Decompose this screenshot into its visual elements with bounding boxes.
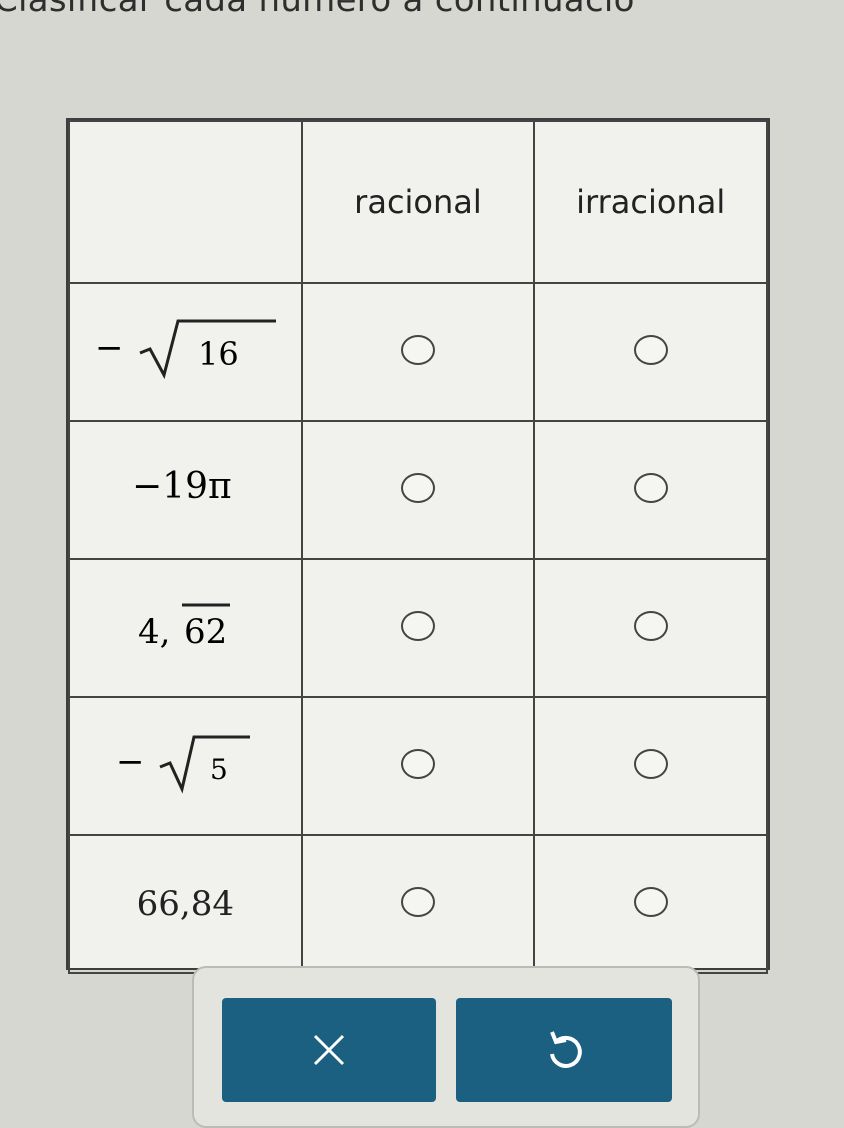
clear-button[interactable]	[222, 998, 436, 1102]
header-racional: racional	[300, 120, 536, 284]
classification-table: racional irracional − 16 −19π 4, 62 − 5 …	[66, 118, 770, 974]
radio-racional[interactable]	[400, 334, 435, 365]
page: Clasificar cada número a continuació rac…	[0, 0, 844, 1128]
radio-cell-irracional[interactable]	[533, 558, 768, 698]
svg-text:−19π: −19π	[132, 466, 232, 507]
radio-cell-irracional[interactable]	[533, 420, 768, 560]
radio-cell-irracional[interactable]	[533, 282, 768, 422]
number-neg-19pi: −19π	[68, 420, 303, 560]
svg-text:5: 5	[210, 753, 228, 786]
svg-text:62: 62	[184, 612, 227, 652]
neg-sqrt-5-expression: − 5	[116, 735, 251, 794]
neg-19pi-expression: −19π	[132, 466, 232, 507]
radio-cell-irracional[interactable]	[533, 834, 768, 974]
svg-text:−: −	[95, 328, 124, 368]
svg-text:16: 16	[198, 335, 239, 373]
radio-irracional[interactable]	[633, 886, 668, 917]
radio-cell-racional[interactable]	[300, 420, 536, 560]
corner-header	[68, 120, 303, 284]
number-neg-sqrt-16: − 16	[68, 282, 303, 422]
table-row: −19π	[68, 420, 768, 560]
radio-irracional[interactable]	[633, 472, 668, 503]
radio-irracional[interactable]	[633, 610, 668, 641]
neg-sqrt-16-expression: − 16	[95, 319, 277, 379]
header-irracional: irracional	[533, 120, 768, 284]
radio-irracional[interactable]	[633, 334, 668, 365]
table-row: − 16	[68, 282, 768, 422]
table-row: 4, 62	[68, 558, 768, 698]
radio-cell-racional[interactable]	[300, 696, 536, 836]
radio-racional[interactable]	[400, 748, 435, 779]
radio-cell-racional[interactable]	[300, 834, 536, 974]
undo-icon	[550, 1031, 582, 1068]
radio-cell-racional[interactable]	[300, 282, 536, 422]
repeating-decimal-expression: 4, 62	[138, 603, 231, 652]
close-icon	[313, 1034, 345, 1066]
svg-text:4,: 4,	[138, 612, 170, 652]
table-row: − 5	[68, 696, 768, 836]
number-66-84: 66,84	[68, 834, 303, 974]
svg-text:−: −	[116, 742, 145, 782]
instruction-text: Clasificar cada número a continuació	[0, 0, 635, 20]
action-buttons-panel	[192, 966, 700, 1128]
radio-racional[interactable]	[400, 472, 435, 503]
table-row: 66,84	[68, 834, 768, 974]
radio-cell-racional[interactable]	[300, 558, 536, 698]
undo-button[interactable]	[456, 998, 672, 1102]
number-4-62-repeating: 4, 62	[68, 558, 303, 698]
radio-racional[interactable]	[400, 610, 435, 641]
radio-irracional[interactable]	[633, 748, 668, 779]
radio-cell-irracional[interactable]	[533, 696, 768, 836]
number-neg-sqrt-5: − 5	[68, 696, 303, 836]
radio-racional[interactable]	[400, 886, 435, 917]
